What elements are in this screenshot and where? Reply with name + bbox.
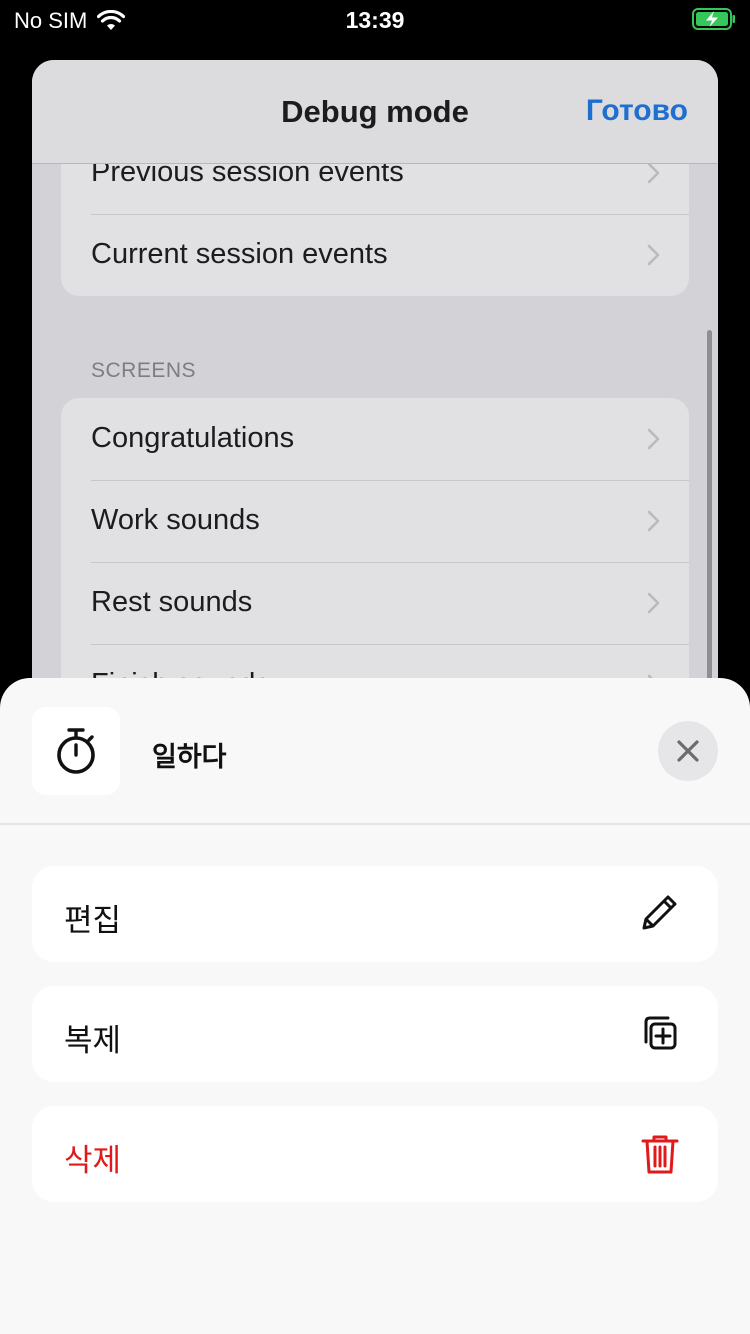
chevron-right-icon — [647, 510, 660, 532]
scrollbar[interactable] — [707, 330, 712, 690]
duplicate-label: 복제 — [64, 1023, 122, 1058]
chevron-right-icon — [647, 592, 660, 614]
chevron-right-icon — [647, 244, 660, 266]
close-icon — [677, 740, 699, 762]
debug-nav-bar: Debug mode Готово — [32, 60, 718, 164]
chevron-right-icon — [647, 428, 660, 450]
status-time: 13:39 — [345, 7, 405, 33]
pencil-icon — [642, 895, 677, 930]
status-bar: No SIM 13:39 — [0, 0, 750, 40]
row-label: Work sounds — [91, 504, 260, 536]
close-button[interactable] — [658, 721, 718, 781]
row-rest-sounds[interactable]: Rest sounds — [61, 562, 689, 644]
edit-button[interactable]: 편집 — [32, 866, 718, 962]
timer-tile — [32, 707, 120, 795]
debug-mode-screen: Debug mode Готово Previous session event… — [32, 60, 718, 760]
chevron-right-icon — [647, 162, 660, 184]
sheet-header: 일하다 — [0, 678, 750, 825]
row-congratulations[interactable]: Congratulations — [61, 398, 689, 480]
trash-icon — [641, 1135, 679, 1174]
delete-label: 삭제 — [64, 1143, 122, 1178]
row-label: Current session events — [91, 238, 388, 270]
section-header-screens: SCREENS — [91, 359, 197, 382]
row-label: Rest sounds — [91, 586, 253, 618]
stopwatch-icon — [57, 728, 95, 774]
sheet-title: 일하다 — [152, 742, 227, 772]
done-button[interactable]: Готово — [586, 94, 688, 128]
duplicate-button[interactable]: 복제 — [32, 986, 718, 1082]
edit-label: 편집 — [64, 903, 122, 938]
duplicate-icon — [644, 1016, 677, 1050]
battery-charging-icon — [692, 8, 735, 30]
row-label: Congratulations — [91, 422, 295, 454]
delete-button[interactable]: 삭제 — [32, 1106, 718, 1202]
action-sheet: 일하다 편집 복제 삭제 — [0, 678, 750, 1334]
row-current-session-events[interactable]: Current session events — [61, 214, 689, 296]
row-work-sounds[interactable]: Work sounds — [61, 480, 689, 562]
